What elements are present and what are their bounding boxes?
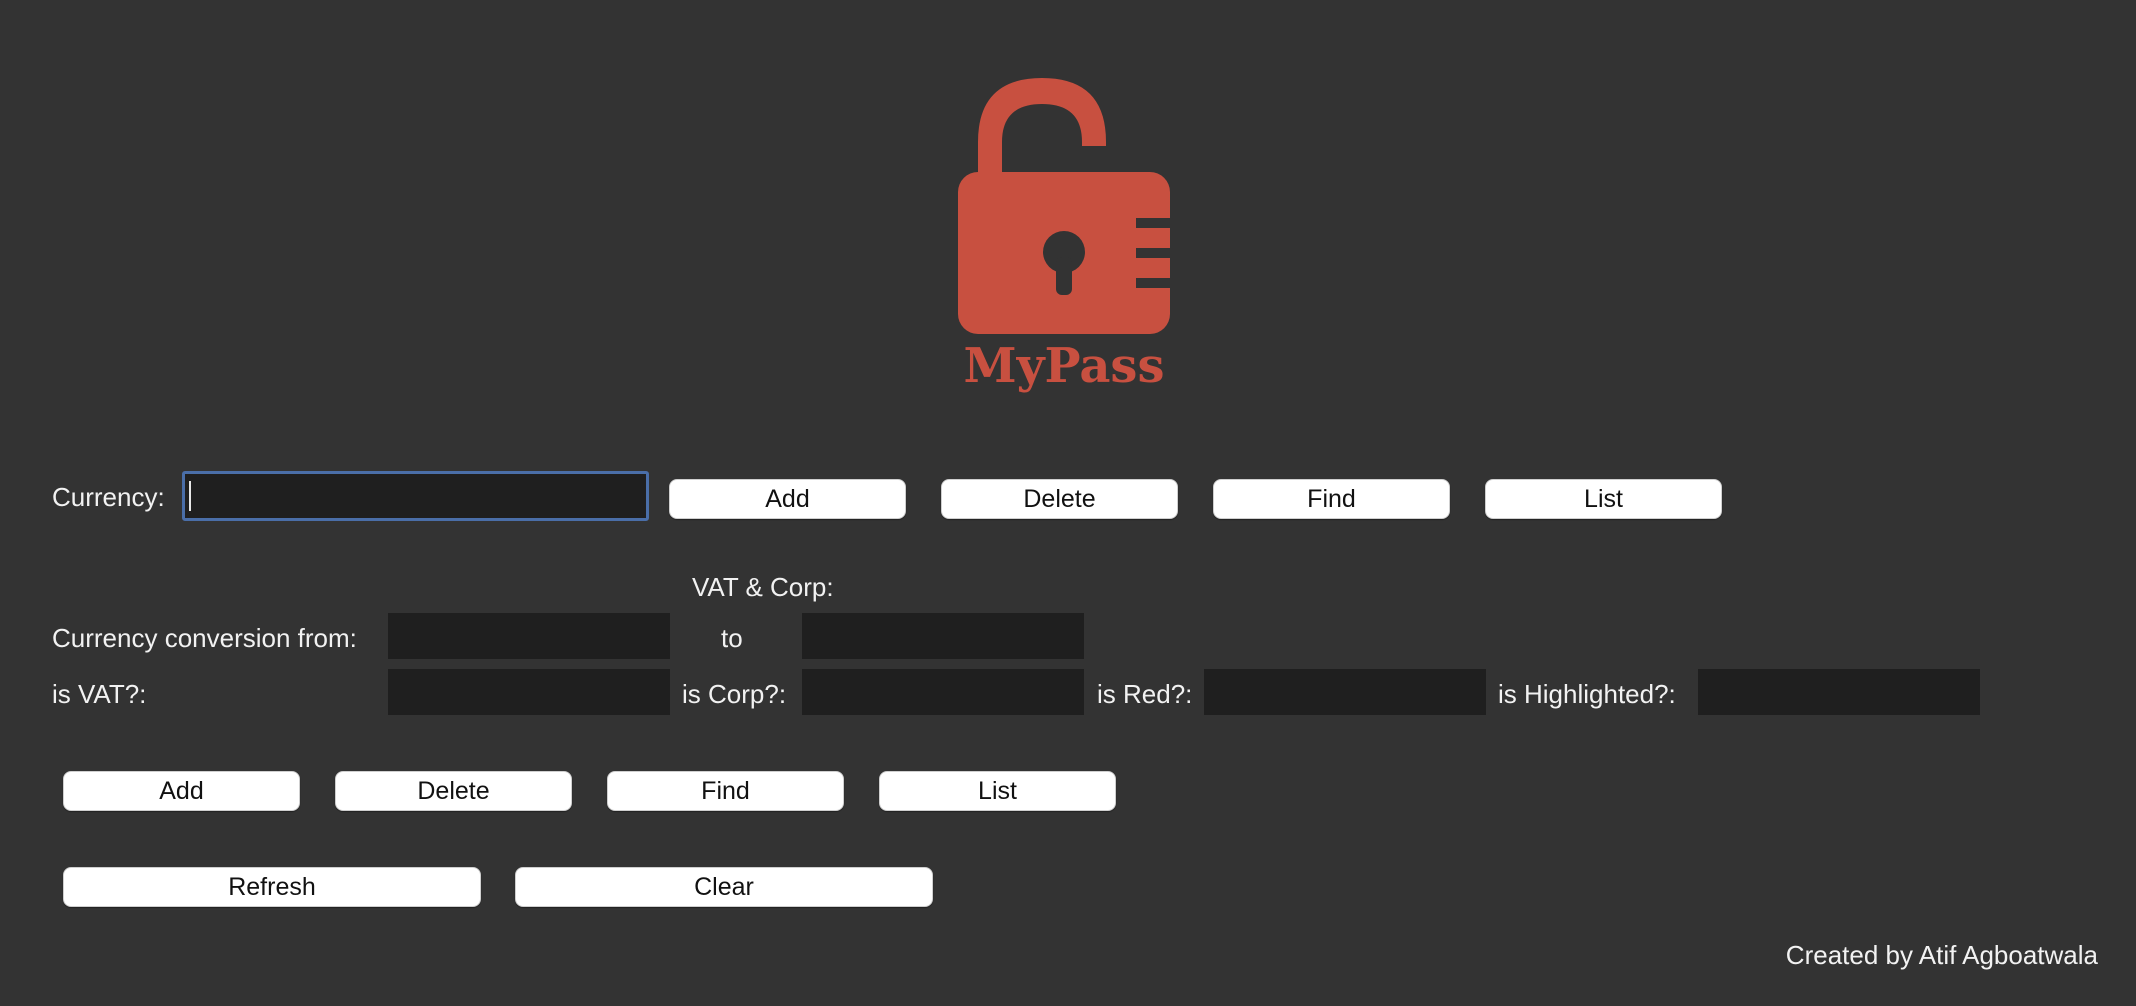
vat-list-button[interactable]: List <box>879 771 1116 811</box>
is-red-input[interactable] <box>1204 669 1486 715</box>
currency-input[interactable] <box>182 471 649 521</box>
currency-label: Currency: <box>52 482 165 512</box>
mypass-logo: MyPass <box>940 72 1180 402</box>
is-corp-input[interactable] <box>802 669 1084 715</box>
conversion-from-input[interactable] <box>388 613 670 659</box>
conversion-from-label: Currency conversion from: <box>52 623 357 653</box>
refresh-button[interactable]: Refresh <box>63 867 481 907</box>
currency-list-button[interactable]: List <box>1485 479 1722 519</box>
logo-text: MyPass <box>964 338 1165 394</box>
clear-button[interactable]: Clear <box>515 867 933 907</box>
conversion-to-input[interactable] <box>802 613 1084 659</box>
currency-add-button[interactable]: Add <box>669 479 906 519</box>
is-highlighted-input[interactable] <box>1698 669 1980 715</box>
author-credit: Created by Atif Agboatwala <box>1785 940 2098 970</box>
padlock-icon: MyPass <box>958 78 1176 394</box>
currency-find-button[interactable]: Find <box>1213 479 1450 519</box>
is-vat-input[interactable] <box>388 669 670 715</box>
is-vat-label: is VAT?: <box>52 679 147 709</box>
vat-delete-button[interactable]: Delete <box>335 771 572 811</box>
is-red-label: is Red?: <box>1097 679 1193 709</box>
is-corp-label: is Corp?: <box>682 679 787 709</box>
vat-find-button[interactable]: Find <box>607 771 844 811</box>
vat-add-button[interactable]: Add <box>63 771 300 811</box>
text-caret <box>189 481 191 511</box>
is-highlighted-label: is Highlighted?: <box>1498 679 1676 709</box>
conversion-to-label: to <box>721 623 743 653</box>
currency-delete-button[interactable]: Delete <box>941 479 1178 519</box>
vat-corp-heading: VAT & Corp: <box>692 572 834 602</box>
